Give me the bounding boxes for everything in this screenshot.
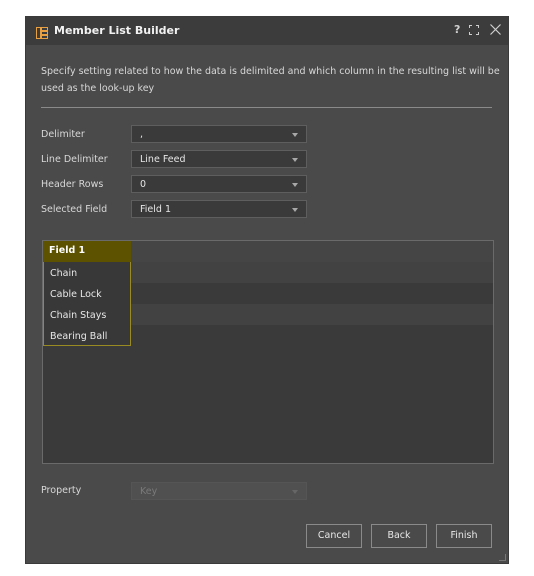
- preview-grid[interactable]: Field 1 Chain Cable Lock Chain Stays Bea…: [42, 240, 494, 464]
- title-bar: Member List Builder ?: [26, 17, 508, 45]
- table-row[interactable]: Chain: [50, 268, 77, 279]
- table-row[interactable]: Cable Lock: [50, 289, 102, 300]
- maximize-icon[interactable]: [469, 22, 479, 39]
- chevron-down-icon: [292, 158, 298, 162]
- chevron-down-icon: [292, 208, 298, 212]
- resize-grip[interactable]: [499, 554, 506, 561]
- property-placeholder: Key: [140, 486, 158, 497]
- line-delimiter-label: Line Delimiter: [41, 154, 108, 165]
- selected-column[interactable]: Chain Cable Lock Chain Stays Bearing Bal…: [43, 262, 131, 346]
- property-select: Key: [131, 482, 307, 500]
- chevron-down-icon: [292, 133, 298, 137]
- header-rows-value: 0: [140, 179, 147, 190]
- delimiter-select[interactable]: ,: [131, 125, 307, 143]
- delimiter-value: ,: [140, 129, 144, 140]
- help-button[interactable]: ?: [454, 22, 460, 38]
- cancel-button[interactable]: Cancel: [306, 524, 362, 548]
- member-list-builder-dialog: Member List Builder ? Specify setting re…: [25, 16, 509, 564]
- section-divider: [41, 107, 492, 108]
- chevron-down-icon: [292, 183, 298, 187]
- line-delimiter-select[interactable]: Line Feed: [131, 150, 307, 168]
- selected-field-label: Selected Field: [41, 204, 108, 215]
- column-header-field-1[interactable]: Field 1: [43, 241, 131, 262]
- table-row[interactable]: Chain Stays: [50, 310, 106, 321]
- back-button[interactable]: Back: [371, 524, 427, 548]
- close-icon[interactable]: [490, 22, 501, 39]
- header-rows-label: Header Rows: [41, 179, 104, 190]
- dialog-description: Specify setting related to how the data …: [41, 66, 500, 94]
- table-row[interactable]: Bearing Ball: [50, 331, 107, 342]
- property-label: Property: [41, 485, 82, 496]
- chevron-down-icon: [292, 490, 298, 494]
- selected-field-select[interactable]: Field 1: [131, 200, 307, 218]
- list-builder-icon: [36, 24, 48, 39]
- finish-button[interactable]: Finish: [436, 524, 492, 548]
- dialog-title: Member List Builder: [54, 24, 180, 37]
- header-rows-select[interactable]: 0: [131, 175, 307, 193]
- selected-field-value: Field 1: [140, 204, 171, 215]
- delimiter-label: Delimiter: [41, 129, 85, 140]
- line-delimiter-value: Line Feed: [140, 154, 186, 165]
